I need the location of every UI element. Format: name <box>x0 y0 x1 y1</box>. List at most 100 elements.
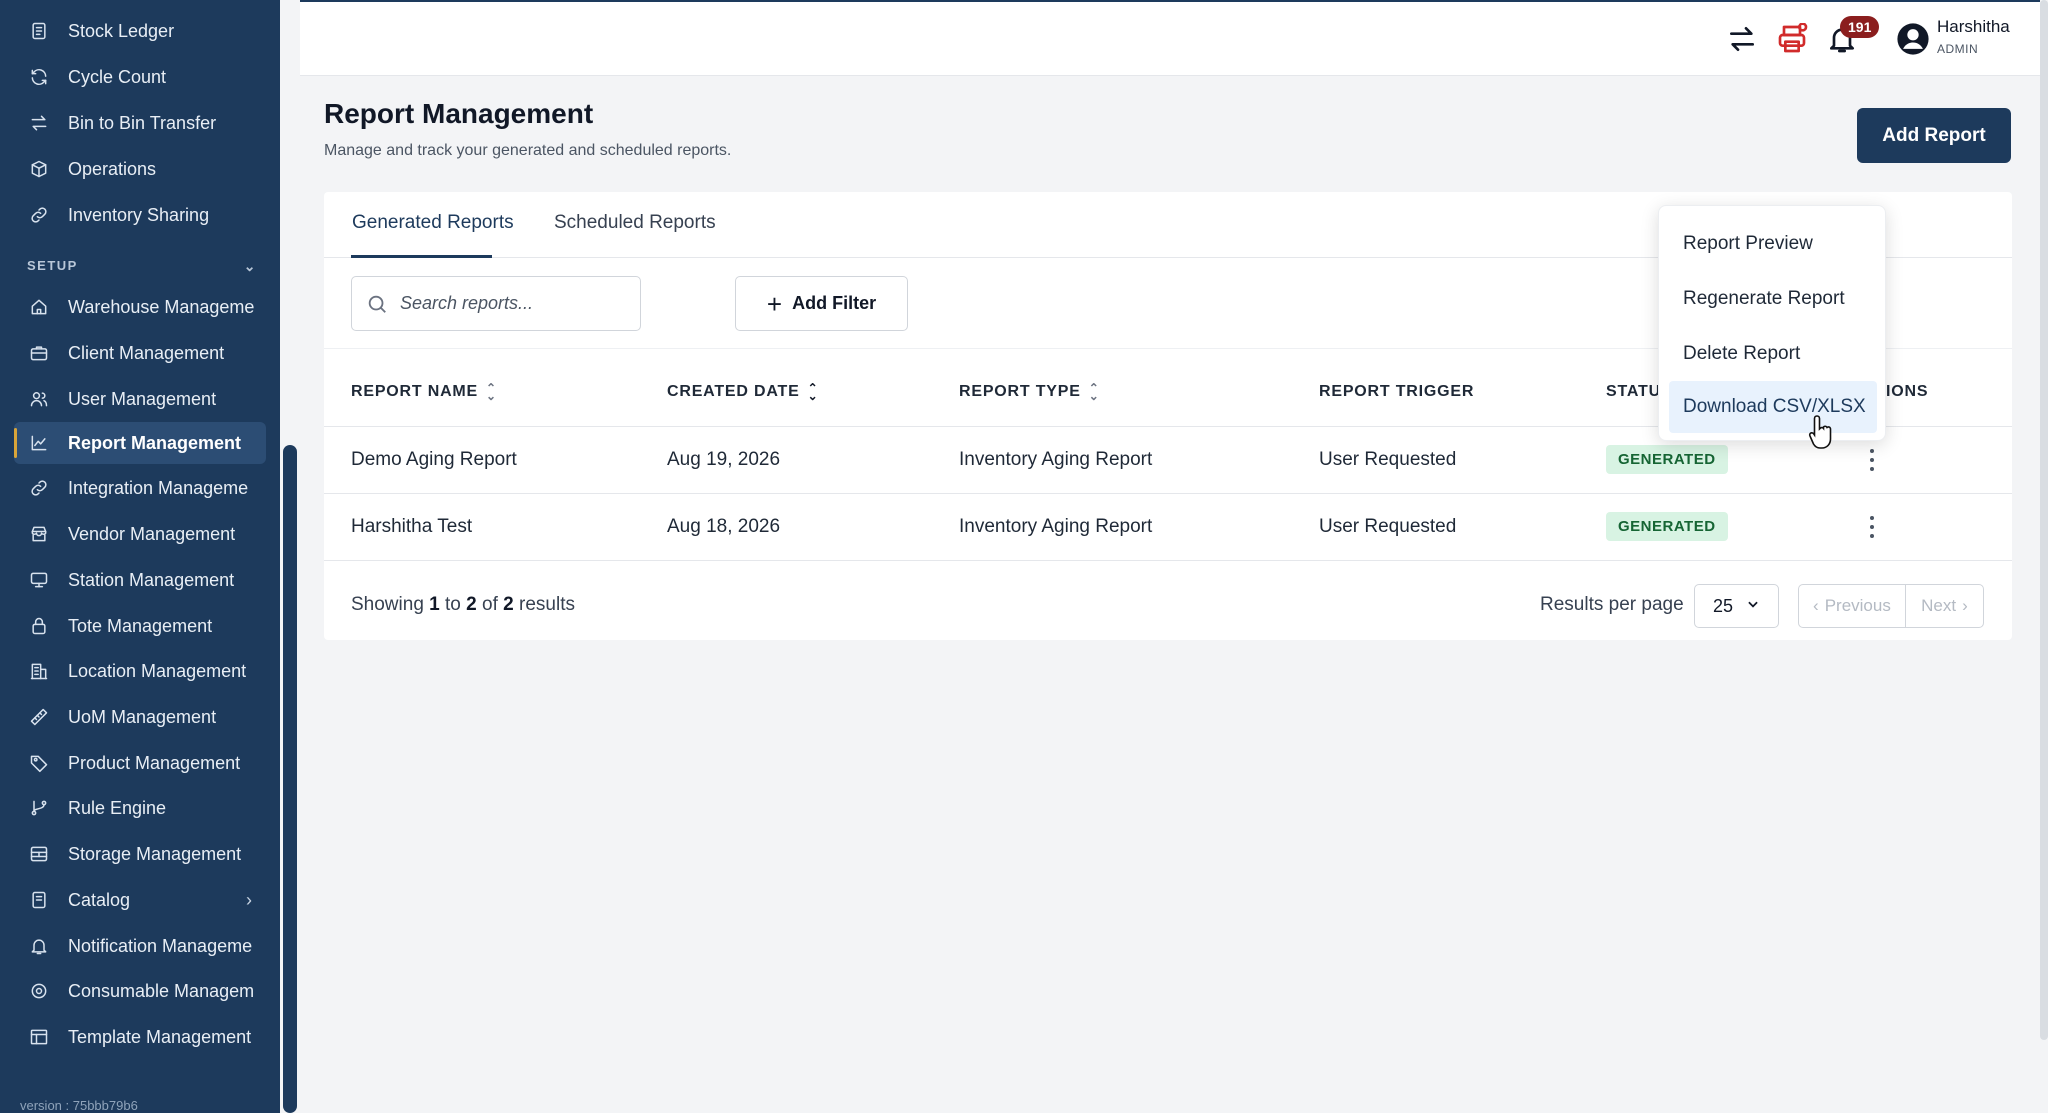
sidebar-item-catalog[interactable]: Catalog › <box>14 879 266 921</box>
more-actions-icon[interactable] <box>1864 512 1880 542</box>
section-label: SETUP <box>27 258 78 273</box>
sidebar-item-label: Station Management <box>68 569 235 590</box>
report-trigger: User Requested <box>1319 516 1457 537</box>
report-type: Inventory Aging Report <box>959 449 1153 470</box>
sidebar-item-notification[interactable]: Notification Manageme <box>14 925 266 967</box>
sidebar-item-label: Vendor Management <box>68 523 236 544</box>
page-subtitle: Manage and track your generated and sche… <box>324 142 732 159</box>
add-filter-label: Add Filter <box>792 293 877 313</box>
pagination: ‹ Previous Next › <box>1798 584 1984 628</box>
menu-item-delete-report[interactable]: Delete Report <box>1669 328 1877 380</box>
menu-item-regenerate-report[interactable]: Regenerate Report <box>1669 273 1877 325</box>
sidebar-item-label: Location Management <box>68 660 247 681</box>
sidebar-item-label: Bin to Bin Transfer <box>68 112 217 133</box>
bell-icon <box>28 935 50 957</box>
setup-section-header[interactable]: SETUP ⌄ <box>27 258 257 275</box>
sidebar-item-product[interactable]: Product Management <box>14 742 266 784</box>
sidebar-item-label: Rule Engine <box>68 797 167 818</box>
more-actions-icon[interactable] <box>1864 445 1880 475</box>
add-report-button[interactable]: Add Report <box>1857 108 2011 163</box>
sidebar-item-operations[interactable]: Operations <box>14 148 266 190</box>
sidebar-item-bin-transfer[interactable]: Bin to Bin Transfer <box>14 102 266 144</box>
sidebar-item-label: Inventory Sharing <box>68 204 210 225</box>
tab-scheduled-reports[interactable]: Scheduled Reports <box>554 212 716 234</box>
sort-icon[interactable]: ⌃ ⌄ <box>486 382 497 402</box>
sidebar-item-consumable[interactable]: Consumable Managem <box>14 970 266 1012</box>
next-button[interactable]: Next › <box>1906 585 1983 627</box>
previous-button[interactable]: ‹ Previous <box>1799 585 1906 627</box>
sidebar-item-label: UoM Management <box>68 706 217 727</box>
sidebar-item-label: Integration Manageme <box>68 477 249 498</box>
search-input[interactable] <box>400 293 620 314</box>
version-text: version : 75bbb79b6 <box>20 1098 138 1113</box>
sidebar-item-storage[interactable]: Storage Management <box>14 833 266 875</box>
at-icon <box>28 980 50 1002</box>
page-scrollbar[interactable] <box>2040 0 2048 1040</box>
sort-icon[interactable]: ⌃ ⌄ <box>808 382 819 402</box>
search-icon <box>368 295 386 313</box>
summary-text: of <box>482 594 498 615</box>
column-label: REPORT TRIGGER <box>1319 383 1475 400</box>
previous-label: Previous <box>1824 596 1891 615</box>
next-label: Next <box>1921 596 1957 615</box>
printer-icon[interactable] <box>1775 22 1809 56</box>
results-summary: Showing 1 to 2 of 2 results <box>351 594 575 616</box>
sidebar-item-label: Warehouse Manageme <box>68 296 255 317</box>
sidebar-item-label: Storage Management <box>68 843 242 864</box>
status-badge: GENERATED <box>1606 445 1728 474</box>
branch-icon <box>28 797 50 819</box>
sidebar-item-inventory-sharing[interactable]: Inventory Sharing <box>14 194 266 236</box>
catalog-icon <box>28 889 50 911</box>
sidebar-item-station[interactable]: Station Management <box>14 559 266 601</box>
ruler-icon <box>28 706 50 728</box>
menu-item-report-preview[interactable]: Report Preview <box>1669 218 1877 270</box>
chevron-right-icon: › <box>1962 596 1968 615</box>
menu-item-download-csv-xlsx[interactable]: Download CSV/XLSX <box>1669 381 1877 433</box>
user-name[interactable]: Harshitha <box>1937 17 2010 37</box>
user-avatar-icon[interactable] <box>1896 22 1930 56</box>
chevron-down-icon <box>1748 601 1758 608</box>
table-row[interactable]: Harshitha Test Aug 18, 2026 Inventory Ag… <box>324 494 2012 561</box>
link-icon <box>28 477 50 499</box>
sidebar-item-user[interactable]: User Management <box>14 378 266 420</box>
storage-icon <box>28 843 50 865</box>
column-report-type[interactable]: REPORT TYPE ⌃ ⌄ <box>959 382 1100 402</box>
switch-icon[interactable] <box>1725 22 1759 56</box>
sidebar-item-client[interactable]: Client Management <box>14 332 266 374</box>
briefcase-icon <box>28 342 50 364</box>
sidebar-item-warehouse[interactable]: Warehouse Manageme <box>14 286 266 328</box>
report-type: Inventory Aging Report <box>959 516 1153 537</box>
sidebar-item-label: Report Management <box>68 432 242 453</box>
column-report-name[interactable]: REPORT NAME ⌃ ⌄ <box>351 382 497 402</box>
sidebar-item-template[interactable]: Template Management <box>14 1016 266 1058</box>
report-trigger: User Requested <box>1319 449 1457 470</box>
sort-icon[interactable]: ⌃ ⌄ <box>1089 382 1100 402</box>
sidebar-scrollbar[interactable] <box>283 445 297 1113</box>
column-created-date[interactable]: CREATED DATE ⌃ ⌄ <box>667 382 819 402</box>
sidebar-item-rule-engine[interactable]: Rule Engine <box>14 787 266 829</box>
sidebar-item-label: Catalog <box>68 889 131 910</box>
tab-generated-reports[interactable]: Generated Reports <box>352 212 514 234</box>
sidebar-item-stock-ledger[interactable]: Stock Ledger <box>14 10 266 52</box>
sidebar-item-integration[interactable]: Integration Manageme <box>14 467 266 509</box>
status-badge: GENERATED <box>1606 512 1728 541</box>
sidebar-item-location[interactable]: Location Management <box>14 650 266 692</box>
sidebar-item-vendor[interactable]: Vendor Management <box>14 513 266 555</box>
add-filter-button[interactable]: + Add Filter <box>735 276 908 331</box>
table-icon <box>28 1026 50 1048</box>
sidebar-item-label: Notification Manageme <box>68 935 253 956</box>
sidebar-item-label: Stock Ledger <box>68 20 175 41</box>
sidebar-item-report[interactable]: Report Management <box>14 422 266 464</box>
results-per-page-select[interactable]: 25 <box>1694 584 1779 628</box>
home-icon <box>28 296 50 318</box>
sidebar-item-tote[interactable]: Tote Management <box>14 605 266 647</box>
sidebar: Stock Ledger Cycle Count Bin to Bin Tran… <box>0 0 280 1113</box>
active-tab-indicator <box>351 255 492 258</box>
chevron-down-icon: ⌄ <box>243 258 257 274</box>
created-date: Aug 19, 2026 <box>667 449 781 470</box>
search-box[interactable] <box>351 276 641 331</box>
sidebar-item-cycle-count[interactable]: Cycle Count <box>14 56 266 98</box>
column-report-trigger: REPORT TRIGGER <box>1319 383 1474 401</box>
sidebar-item-uom[interactable]: UoM Management <box>14 696 266 738</box>
chart-line-icon <box>28 432 50 454</box>
